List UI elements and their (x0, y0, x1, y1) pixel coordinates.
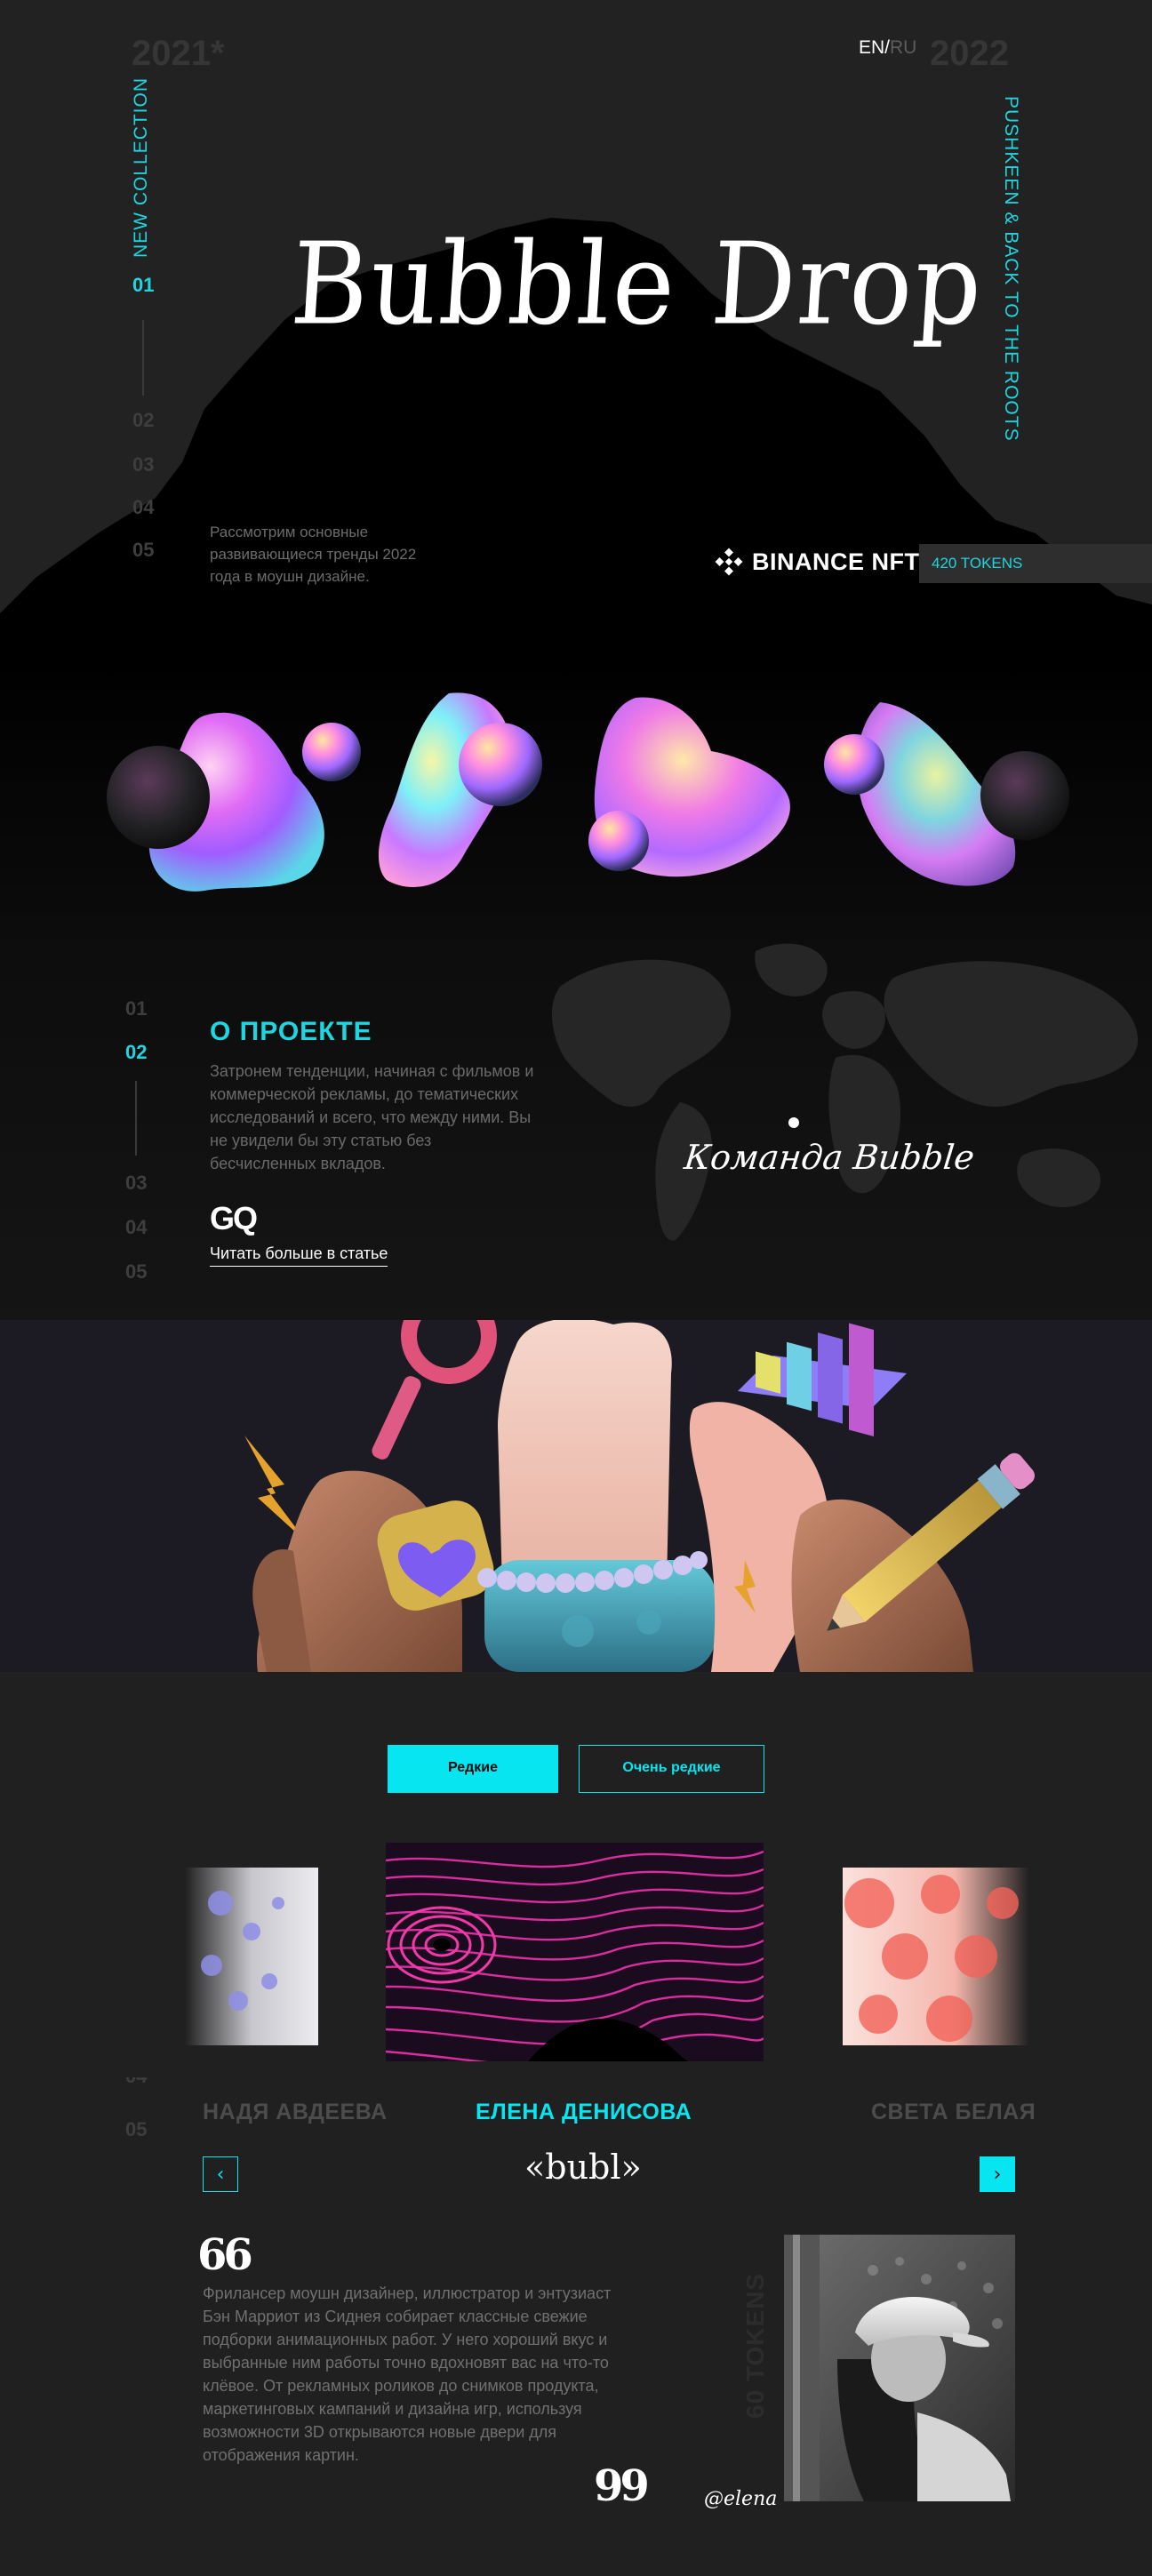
hands-illustration (244, 1320, 1035, 1672)
gallery-nav-05[interactable]: 05 (125, 2118, 170, 2141)
lang-ru[interactable]: RU (890, 37, 916, 58)
gallery-nav-04[interactable]: 04 (125, 2077, 170, 2088)
chevron-right-icon: › (993, 2163, 1002, 2186)
gallery-section: Редкие Очень редкие 05 НАДЯ АВДЕЕВА ЕЛЕН… (0, 1672, 1152, 2576)
nav-item-04[interactable]: 04 (132, 496, 177, 519)
world-map-background (551, 943, 1138, 1241)
author-signature: @elena (704, 2488, 778, 2510)
nft-artwork-left (185, 1868, 318, 2045)
nav-item-01[interactable]: 01 (132, 274, 177, 297)
gq-logo: GQ (210, 1200, 258, 1236)
nav-divider (142, 320, 144, 396)
hero-title: Bubble Drop (287, 217, 988, 350)
author-tag: «bubl» (524, 2148, 642, 2187)
about-nav-03[interactable]: 03 (125, 1172, 170, 1195)
language-switch[interactable]: EN/RU (859, 37, 916, 59)
nav-item-02[interactable]: 02 (132, 409, 177, 432)
nft-artwork-right (843, 1868, 1029, 2045)
author-tab-nadya[interactable]: НАДЯ АВДЕЕВА (203, 2100, 388, 2125)
binance-icon (715, 548, 743, 576)
nft-card-center[interactable] (386, 1843, 764, 2061)
nft-card-left[interactable] (185, 1868, 318, 2045)
bubbles-section (0, 658, 1152, 924)
tokens-vertical-label: 60 TOKENS (741, 2272, 769, 2419)
binance-logo: BINANCE NFT (715, 548, 920, 576)
lang-en[interactable]: EN/ (859, 37, 890, 58)
about-nav-02[interactable]: 02 (125, 1041, 170, 1064)
nav-item-05[interactable]: 05 (132, 539, 177, 562)
quote-open: 66 (197, 2230, 253, 2280)
author-bio: Фрилансер моушн дизайнер, иллюстратор и … (203, 2284, 612, 2464)
quote-close: 99 (594, 2461, 650, 2511)
about-title: О ПРОЕКТЕ (210, 1017, 372, 1046)
about-text: Затронем тенденции, начиная с фильмов и … (210, 1062, 534, 1172)
nft-card-right[interactable] (843, 1868, 1029, 2045)
filter-rare-button[interactable]: Редкие (388, 1745, 558, 1793)
author-tab-elena[interactable]: ЕЛЕНА ДЕНИСОВА (476, 2100, 692, 2125)
about-nav-04[interactable]: 04 (125, 1216, 170, 1239)
binance-label: BINANCE NFT (752, 548, 920, 575)
tokens-badge: 420 TOKENS (919, 544, 1152, 583)
author-tab-sveta[interactable]: СВЕТА БЕЛАЯ (871, 2100, 1036, 2125)
year-left: 2021* (132, 34, 225, 73)
nav-item-03[interactable]: 03 (132, 453, 177, 476)
author-portrait (784, 2235, 1015, 2501)
filter-very-rare-button[interactable]: Очень редкие (579, 1745, 764, 1793)
hero-description: Рассмотрим основные развивающиеся тренды… (210, 524, 417, 585)
read-more-link[interactable]: Читать больше в статье (210, 1244, 388, 1267)
hands-illustration-section (0, 1320, 1152, 1672)
about-nav-01[interactable]: 01 (125, 997, 170, 1020)
nft-artwork-center (386, 1843, 764, 2061)
about-nav-divider (135, 1081, 137, 1156)
team-signature: Команда Bubble (682, 1138, 977, 1177)
chevron-left-icon: ‹ (216, 2163, 225, 2186)
vertical-new-collection: NEW COLLECTION (131, 76, 151, 258)
gallery-nav-04-label: 04 (125, 2077, 170, 2088)
vertical-collection-subtitle: PUSHKEEN & BACK TO THE ROOTS (1001, 96, 1021, 442)
about-section: 01 02 03 04 05 О ПРОЕКТЕ Затронем тенден… (0, 916, 1152, 1320)
about-nav-05[interactable]: 05 (125, 1260, 170, 1284)
year-right: 2022 (930, 34, 1009, 73)
hero-section: 2021* 2022 EN/RU NEW COLLECTION PUSHKEEN… (0, 0, 1152, 658)
next-author-button[interactable]: › (980, 2156, 1015, 2192)
prev-author-button[interactable]: ‹ (203, 2156, 238, 2192)
author-photo (784, 2235, 1015, 2501)
holographic-bubbles (107, 692, 1069, 892)
